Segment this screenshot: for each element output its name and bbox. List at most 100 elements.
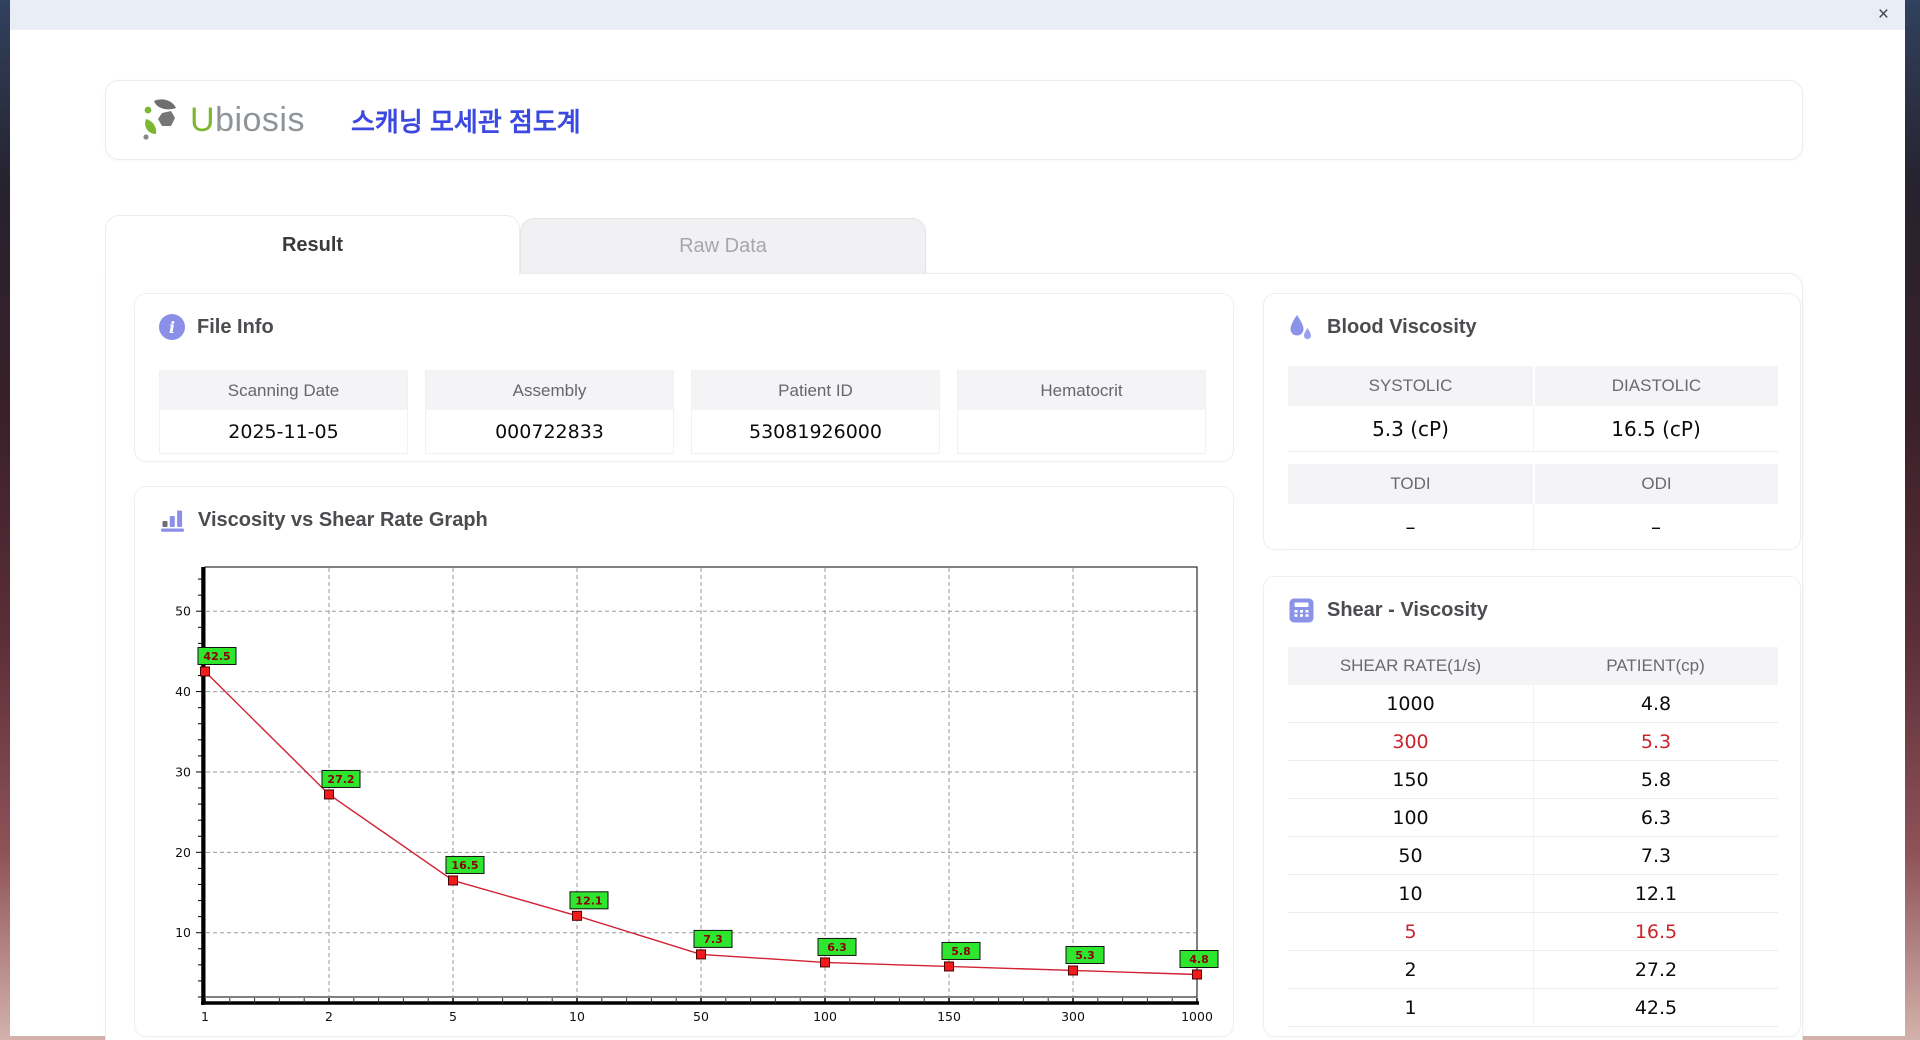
ubiosis-logo-icon <box>143 99 176 140</box>
svg-text:27.2: 27.2 <box>327 773 354 786</box>
metric-label: TODI <box>1390 474 1431 493</box>
svg-text:300: 300 <box>1061 1009 1085 1024</box>
patient-viscosity-cell: 7.3 <box>1533 837 1778 874</box>
blood-viscosity-card: Blood Viscosity SYSTOLIC DIASTOLIC 5.3 (cP… <box>1263 293 1801 550</box>
shear-viscosity-title: Shear - Viscosity <box>1327 599 1488 621</box>
field-value: 000722833 <box>495 420 604 443</box>
patient-viscosity-cell: 6.3 <box>1533 799 1778 836</box>
metric-value: – <box>1533 504 1778 549</box>
blood-viscosity-label-row: SYSTOLIC DIASTOLIC <box>1288 366 1778 406</box>
shear-rate-cell: 150 <box>1392 768 1429 791</box>
svg-text:10: 10 <box>175 925 191 940</box>
result-panel: i File Info Scanning Date 2025-11-05 Assem… <box>105 273 1803 1040</box>
blood-viscosity-title: Blood Viscosity <box>1327 316 1477 338</box>
svg-text:50: 50 <box>175 604 191 619</box>
patient-viscosity-cell: 4.8 <box>1533 685 1778 722</box>
shear-rate-cell: 2 <box>1404 958 1417 981</box>
file-info-fields: Scanning Date 2025-11-05 Assembly 000722833… <box>159 370 1206 454</box>
shear-rate-cell: 100 <box>1392 806 1429 829</box>
svg-text:7.3: 7.3 <box>703 933 723 946</box>
shear-viscosity-card: Shear - Viscosity SHEAR RATE(1/s) PATIEN… <box>1263 576 1801 1037</box>
svg-text:1000: 1000 <box>1181 1009 1213 1024</box>
close-icon[interactable]: × <box>1878 3 1889 27</box>
file-info-title: File Info <box>197 315 274 338</box>
patient-viscosity-cell: 5.3 <box>1533 723 1778 760</box>
info-icon: i <box>159 314 185 340</box>
ubiosis-logo-text: Ubiosis <box>190 100 305 139</box>
svg-text:5: 5 <box>449 1009 457 1024</box>
field-label: Scanning Date <box>160 371 407 410</box>
shear-rate-cell: 300 <box>1392 730 1429 753</box>
field-label: Patient ID <box>692 371 939 410</box>
svg-text:100: 100 <box>813 1009 837 1024</box>
page-content: Ubiosis 스캐닝 모세관 점도계 Result Raw Data i Fi… <box>10 30 1905 1040</box>
metric-label: SYSTOLIC <box>1368 376 1453 395</box>
svg-text:4.8: 4.8 <box>1189 953 1209 966</box>
file-info-field: Scanning Date 2025-11-05 <box>159 370 408 454</box>
patient-viscosity-cell: 5.8 <box>1533 761 1778 798</box>
svg-text:10: 10 <box>569 1009 585 1024</box>
shear-table-header: SHEAR RATE(1/s) PATIENT(cp) <box>1288 647 1778 685</box>
svg-text:1: 1 <box>201 1009 209 1024</box>
svg-text:20: 20 <box>175 845 191 860</box>
shear-rate-cell: 1000 <box>1386 692 1435 715</box>
table-row: 5 16.5 <box>1288 913 1778 951</box>
tab-raw-data[interactable]: Raw Data <box>520 218 926 274</box>
file-info-field: Hematocrit <box>957 370 1206 454</box>
window-titlebar: × <box>10 0 1905 30</box>
table-row: 50 7.3 <box>1288 837 1778 875</box>
file-info-card: i File Info Scanning Date 2025-11-05 Assem… <box>134 293 1234 462</box>
metric-value: 16.5 (cP) <box>1533 406 1778 451</box>
shear-rate-cell: 10 <box>1398 882 1423 905</box>
field-label: Hematocrit <box>958 371 1205 410</box>
table-row: 2 27.2 <box>1288 951 1778 989</box>
svg-text:12.1: 12.1 <box>575 894 602 907</box>
metric-label: DIASTOLIC <box>1533 366 1778 406</box>
field-value: 53081926000 <box>749 420 882 443</box>
ubiosis-logo: Ubiosis <box>138 97 305 143</box>
header-card: Ubiosis 스캐닝 모세관 점도계 <box>105 80 1803 160</box>
file-info-header: i File Info <box>135 294 1233 340</box>
table-row: 300 5.3 <box>1288 723 1778 761</box>
file-info-field: Patient ID 53081926000 <box>691 370 940 454</box>
blood-viscosity-value-row: 5.3 (cP) 16.5 (cP) <box>1288 406 1778 452</box>
metric-value: – <box>1405 514 1416 539</box>
patient-viscosity-cell: 42.5 <box>1533 989 1778 1026</box>
blood-viscosity-value-row: – – <box>1288 504 1778 550</box>
patient-column-header: PATIENT(cp) <box>1606 656 1705 675</box>
blood-viscosity-label-row: TODI ODI <box>1288 464 1778 504</box>
blood-viscosity-header: Blood Viscosity <box>1264 294 1800 341</box>
field-label: Assembly <box>426 371 673 410</box>
file-info-field: Assembly 000722833 <box>425 370 674 454</box>
shear-rate-column-header: SHEAR RATE(1/s) <box>1339 656 1482 675</box>
svg-text:30: 30 <box>175 764 191 779</box>
svg-text:40: 40 <box>175 684 191 699</box>
table-row: 10 12.1 <box>1288 875 1778 913</box>
table-row: 100 6.3 <box>1288 799 1778 837</box>
viscosity-chart: 10 20 30 40 50 1 2 5 10 50 100 150 300 1000 42.5 27.2 16… <box>153 545 1219 1040</box>
blood-viscosity-grid: SYSTOLIC DIASTOLIC 5.3 (cP) 16.5 (cP) TODI OD… <box>1288 366 1778 550</box>
table-row: 150 5.8 <box>1288 761 1778 799</box>
viscosity-graph-card: Viscosity vs Shear Rate Graph 10 20 30 40 50… <box>134 486 1234 1037</box>
svg-text:150: 150 <box>937 1009 961 1024</box>
shear-viscosity-table: SHEAR RATE(1/s) PATIENT(cp) 1000 4.8 300 5.… <box>1288 647 1778 1027</box>
svg-text:5.3: 5.3 <box>1075 949 1095 962</box>
svg-text:5.8: 5.8 <box>951 945 971 958</box>
graph-header: Viscosity vs Shear Rate Graph <box>135 487 1233 534</box>
svg-text:50: 50 <box>693 1009 709 1024</box>
field-value: 2025-11-05 <box>228 420 339 443</box>
metric-label: ODI <box>1533 464 1778 504</box>
shear-viscosity-header: Shear - Viscosity <box>1264 577 1800 624</box>
droplets-icon <box>1290 315 1311 340</box>
bar-chart-icon <box>161 510 184 532</box>
app-window: × Ubiosis 스캐닝 모세관 점도계 Result Raw Data i … <box>10 0 1905 1040</box>
metric-value: 5.3 (cP) <box>1372 416 1449 441</box>
shear-table-body: 1000 4.8 300 5.3 150 5.8 100 6.3 50 7.3 10 12.1 5 16.… <box>1288 685 1778 1027</box>
field-value <box>958 410 1205 453</box>
table-row: 1000 4.8 <box>1288 685 1778 723</box>
graph-title: Viscosity vs Shear Rate Graph <box>198 509 488 531</box>
app-title-korean: 스캐닝 모세관 점도계 <box>351 106 581 137</box>
patient-viscosity-cell: 27.2 <box>1533 951 1778 988</box>
tab-result[interactable]: Result <box>105 215 520 275</box>
shear-rate-cell: 50 <box>1398 844 1423 867</box>
